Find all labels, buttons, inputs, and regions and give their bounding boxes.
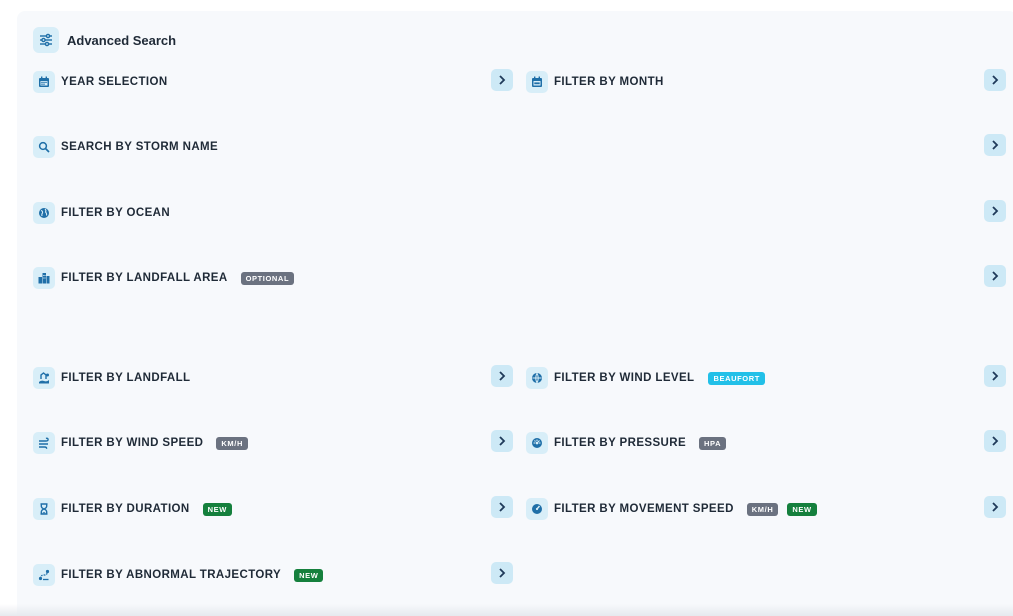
gauge-icon (526, 498, 548, 520)
new-badge: NEW (202, 502, 232, 516)
filter-duration[interactable]: FILTER BY DURATION NEW (33, 498, 232, 520)
expand-wind-level-button[interactable] (984, 365, 1006, 387)
filter-label: FILTER BY ABNORMAL TRAJECTORY (61, 569, 282, 581)
bottom-edge-shadow (0, 604, 1013, 616)
landfall-icon (33, 367, 55, 389)
filter-label: FILTER BY LANDFALL AREA (61, 272, 228, 284)
page-title: Advanced Search (67, 32, 177, 48)
search-icon (33, 136, 55, 158)
filter-month[interactable]: FILTER BY MONTH (526, 71, 664, 93)
filter-label: FILTER BY WIND SPEED (61, 437, 204, 449)
filter-wind-level[interactable]: FILTER BY WIND LEVEL BEAUFORT (526, 367, 765, 389)
filter-landfall[interactable]: FILTER BY LANDFALL (33, 367, 190, 389)
expand-movement-speed-button[interactable] (984, 496, 1006, 518)
optional-badge: OPTIONAL (240, 271, 295, 285)
filter-landfall-area[interactable]: FILTER BY LANDFALL AREA OPTIONAL (33, 267, 295, 289)
expand-storm-name-button[interactable] (984, 134, 1006, 156)
filter-storm-name[interactable]: SEARCH BY STORM NAME (33, 136, 218, 158)
trajectory-icon (33, 564, 55, 586)
sliders-icon (33, 27, 59, 53)
expand-duration-button[interactable] (491, 496, 513, 518)
wind-level-icon (526, 367, 548, 389)
expand-pressure-button[interactable] (984, 430, 1006, 452)
expand-year-selection-button[interactable] (491, 69, 513, 91)
city-icon (33, 267, 55, 289)
filter-label: FILTER BY DURATION (61, 503, 190, 515)
calendar-icon (33, 71, 55, 93)
filter-label: FILTER BY LANDFALL (61, 372, 191, 384)
new-badge: NEW (787, 502, 817, 516)
new-badge: NEW (294, 568, 324, 582)
filter-label: YEAR SELECTION (61, 76, 168, 88)
advanced-search-panel (17, 11, 1013, 616)
expand-month-button[interactable] (984, 69, 1006, 91)
filter-label: FILTER BY WIND LEVEL (554, 372, 695, 384)
filter-year-selection[interactable]: YEAR SELECTION (33, 71, 168, 93)
filter-abnormal-trajectory[interactable]: FILTER BY ABNORMAL TRAJECTORY NEW (33, 564, 324, 586)
hourglass-icon (33, 498, 55, 520)
expand-landfall-area-button[interactable] (984, 265, 1006, 287)
unit-badge: KM/H (216, 436, 248, 450)
expand-ocean-button[interactable] (984, 200, 1006, 222)
filter-ocean[interactable]: FILTER BY OCEAN (33, 202, 170, 224)
filter-label: FILTER BY OCEAN (61, 207, 171, 219)
pressure-icon (526, 432, 548, 454)
filter-label: SEARCH BY STORM NAME (61, 141, 219, 153)
expand-abnormal-trajectory-button[interactable] (491, 562, 513, 584)
expand-wind-speed-button[interactable] (491, 430, 513, 452)
calendar-day-icon (526, 71, 548, 93)
wind-icon (33, 432, 55, 454)
globe-icon (33, 202, 55, 224)
expand-landfall-button[interactable] (491, 365, 513, 387)
filter-label: FILTER BY MONTH (554, 76, 664, 88)
unit-badge: KM/H (746, 502, 779, 516)
advanced-search-header: Advanced Search (33, 27, 176, 53)
filter-pressure[interactable]: FILTER BY PRESSURE HPA (526, 432, 727, 454)
unit-badge: HPA (699, 436, 727, 450)
filter-label: FILTER BY MOVEMENT SPEED (554, 503, 734, 515)
filter-movement-speed[interactable]: FILTER BY MOVEMENT SPEED KM/H NEW (526, 498, 817, 520)
filter-label: FILTER BY PRESSURE (554, 437, 687, 449)
beaufort-badge: BEAUFORT (708, 371, 765, 385)
filter-wind-speed[interactable]: FILTER BY WIND SPEED KM/H (33, 432, 248, 454)
